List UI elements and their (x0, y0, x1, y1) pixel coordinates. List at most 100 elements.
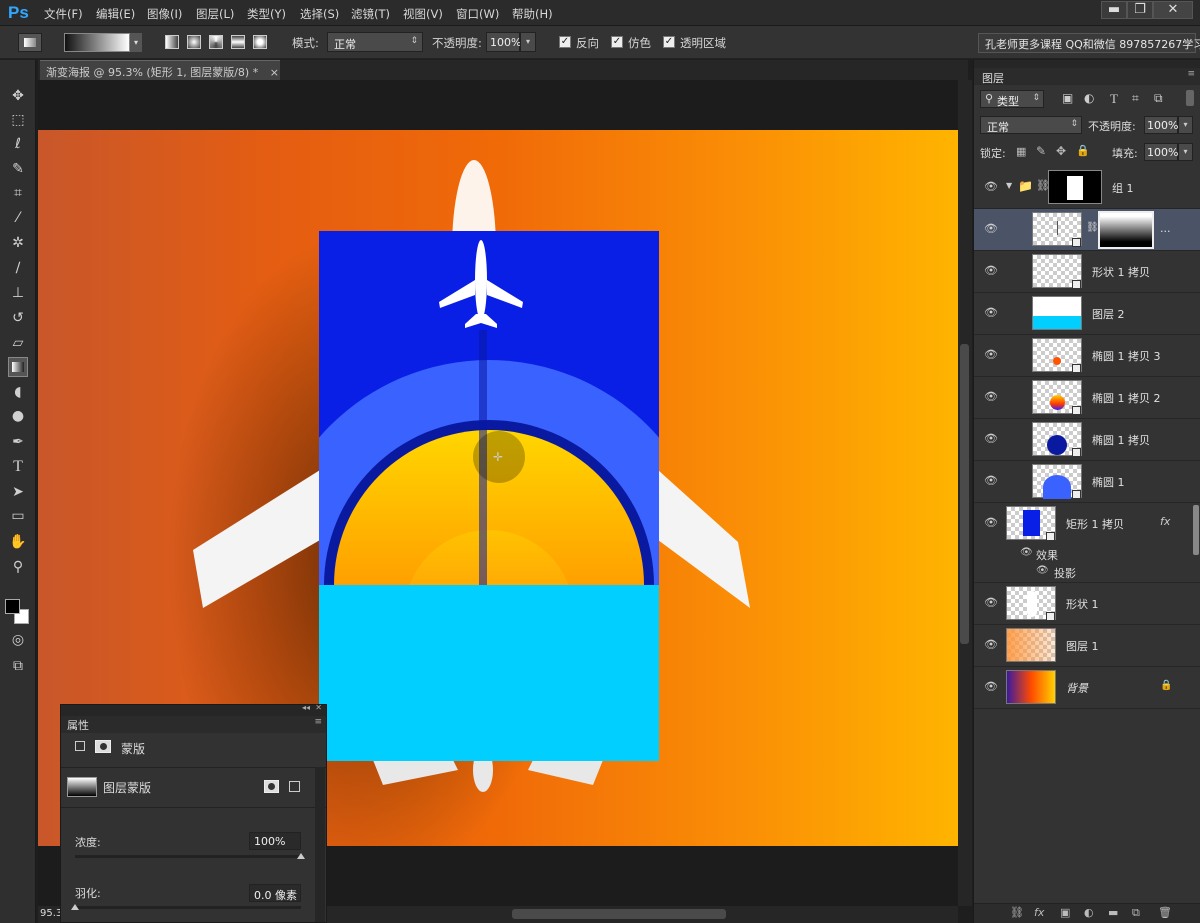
add-mask-icon[interactable]: ▣ (1060, 906, 1070, 919)
menu-image[interactable]: 图像(I) (147, 6, 182, 22)
select-pixel-mask-icon[interactable] (264, 780, 279, 793)
clone-stamp-tool-icon[interactable]: ⊥ (8, 283, 28, 303)
eyedropper-tool-icon[interactable]: ⁄ (8, 208, 28, 228)
gradient-dropdown-arrow[interactable]: ▾ (130, 33, 142, 52)
reflected-gradient-icon[interactable] (231, 35, 245, 49)
document-tab[interactable]: 渐变海报 @ 95.3% (矩形 1, 图层蒙版/8) * × (40, 60, 280, 80)
effects-eye-icon[interactable]: 👁 (1020, 547, 1033, 558)
lock-all-icon[interactable]: 🔒 (1076, 144, 1090, 157)
filter-shape-icon[interactable]: ⌗ (1132, 91, 1139, 106)
new-layer-icon[interactable]: ⧉ (1132, 906, 1140, 920)
feather-input[interactable]: 0.0 像素 (249, 884, 301, 902)
pixel-mask-icon[interactable] (95, 740, 111, 753)
menu-file[interactable]: 文件(F) (44, 6, 83, 22)
delete-layer-icon[interactable]: 🗑 (1158, 906, 1172, 919)
filter-type-icon[interactable]: T (1110, 91, 1118, 107)
radial-gradient-icon[interactable] (187, 35, 201, 49)
zoom-level[interactable]: 95.3 (40, 908, 62, 919)
opacity-slider-toggle[interactable]: ▾ (520, 32, 536, 52)
mask-link-icon[interactable]: ⛓ (1086, 222, 1099, 233)
zoom-tool-icon[interactable]: ⚲ (8, 557, 28, 577)
layers-collapse-bar[interactable] (974, 60, 1200, 68)
visibility-eye-icon[interactable]: 👁 (984, 264, 998, 277)
layers-scroll-thumb[interactable] (1193, 505, 1199, 555)
filter-smart-object-icon[interactable]: ⧉ (1154, 91, 1163, 106)
visibility-eye-icon[interactable]: 👁 (984, 474, 998, 487)
quick-select-tool-icon[interactable]: ✎ (8, 159, 28, 179)
filter-toggle-switch[interactable] (1186, 90, 1194, 106)
layer-row-group-1[interactable]: 👁 ▼ 📁 ⛓ 组 1 (974, 167, 1200, 209)
gradient-tool-button[interactable] (8, 357, 28, 377)
layer-row[interactable]: 👁 形状 1 拷贝 (974, 251, 1200, 293)
minimize-button[interactable]: ▬ (1101, 1, 1127, 19)
pen-tool-icon[interactable]: ✒ (8, 432, 28, 452)
screen-mode-icon[interactable]: ⧉ (8, 656, 28, 676)
layer-row-with-effects[interactable]: 👁 矩形 1 拷贝 fx 👁 效果 👁 投影 (974, 503, 1200, 583)
density-slider[interactable] (75, 855, 301, 858)
layer-row-selected-rect-1[interactable]: 👁 ⛓ ... (974, 209, 1200, 251)
blur-tool-icon[interactable]: ◖ (8, 382, 28, 402)
panel-menu-icon[interactable]: ≡ (314, 717, 322, 727)
move-tool-icon[interactable]: ✥ (8, 86, 28, 106)
dodge-tool-icon[interactable]: ● (8, 406, 28, 426)
tool-preset-picker[interactable] (18, 33, 42, 52)
reverse-checkbox[interactable]: ✓ (559, 36, 571, 48)
layer-mask-thumbnail-selected[interactable] (1098, 211, 1154, 249)
visibility-eye-icon[interactable]: 👁 (984, 596, 998, 609)
type-tool-icon[interactable]: T (8, 457, 28, 477)
properties-scrollbar[interactable] (315, 767, 325, 922)
lock-position-icon[interactable]: ✥ (1056, 144, 1066, 158)
menu-help[interactable]: 帮助(H) (512, 6, 553, 22)
fx-badge[interactable]: fx (1160, 515, 1170, 528)
workspace-hint-field[interactable]: 孔老师更多课程 QQ和微信 897857267学习 (978, 33, 1200, 53)
vertical-scroll-thumb[interactable] (960, 344, 969, 644)
density-slider-handle[interactable] (297, 853, 305, 859)
layer-row[interactable]: 👁 椭圆 1 拷贝 2 (974, 377, 1200, 419)
layer-row[interactable]: 👁 形状 1 (974, 583, 1200, 625)
feather-slider-handle[interactable] (71, 904, 79, 910)
fill-arrow[interactable]: ▾ (1178, 143, 1193, 161)
vertical-scrollbar[interactable] (958, 80, 972, 906)
layer-row-background[interactable]: 👁 背景 🔒 (974, 667, 1200, 709)
lock-transparent-icon[interactable]: ▦ (1016, 145, 1026, 158)
healing-brush-tool-icon[interactable]: ✲ (8, 233, 28, 253)
horizontal-scroll-thumb[interactable] (512, 909, 726, 919)
lasso-tool-icon[interactable]: ℓ (8, 134, 28, 154)
feather-slider[interactable] (75, 906, 301, 909)
menu-type[interactable]: 类型(Y) (247, 6, 286, 22)
visibility-eye-icon[interactable]: 👁 (984, 432, 998, 445)
link-layers-icon[interactable]: ⛓ (1010, 906, 1024, 919)
add-vector-mask-icon[interactable] (289, 781, 300, 792)
mode-select[interactable]: 正常 ⇕ (327, 32, 423, 52)
group-expand-icon[interactable]: ▼ (1006, 181, 1012, 190)
layer-opacity-arrow[interactable]: ▾ (1178, 116, 1193, 134)
filter-pixel-icon[interactable]: ▣ (1062, 91, 1073, 105)
linear-gradient-icon[interactable] (165, 35, 179, 49)
layer-row[interactable]: 👁 图层 2 (974, 293, 1200, 335)
density-input[interactable]: 100% (249, 832, 301, 850)
menu-filter[interactable]: 滤镜(T) (351, 6, 390, 22)
crop-tool-icon[interactable]: ⌗ (8, 183, 28, 203)
visibility-eye-icon[interactable]: 👁 (984, 516, 998, 529)
layers-menu-icon[interactable]: ≡ (1187, 69, 1195, 79)
add-style-icon[interactable]: fx (1034, 906, 1044, 919)
gradient-editor-swatch[interactable] (64, 33, 130, 52)
opacity-input[interactable]: 100% (486, 32, 521, 52)
close-button[interactable]: ✕ (1153, 1, 1193, 19)
visibility-eye-icon[interactable]: 👁 (984, 390, 998, 403)
marquee-tool-icon[interactable]: ⬚ (8, 110, 28, 130)
shadow-eye-icon[interactable]: 👁 (1036, 565, 1049, 576)
filter-kind-select[interactable]: ⚲ 类型 ⇕ (980, 90, 1044, 108)
layer-row[interactable]: 👁 图层 1 (974, 625, 1200, 667)
menu-edit[interactable]: 编辑(E) (96, 6, 135, 22)
layer-row[interactable]: 👁 椭圆 1 拷贝 (974, 419, 1200, 461)
visibility-eye-icon[interactable]: 👁 (984, 180, 998, 193)
fill-input[interactable]: 100% (1144, 143, 1178, 161)
angle-gradient-icon[interactable] (209, 35, 223, 49)
foreground-color-swatch[interactable] (5, 599, 20, 614)
menu-window[interactable]: 窗口(W) (456, 6, 499, 22)
blend-mode-select[interactable]: 正常 ⇕ (980, 116, 1082, 134)
document-tab-close-icon[interactable]: × (270, 66, 279, 79)
visibility-eye-icon[interactable]: 👁 (984, 680, 998, 693)
new-group-icon[interactable]: ▬ (1108, 906, 1118, 919)
